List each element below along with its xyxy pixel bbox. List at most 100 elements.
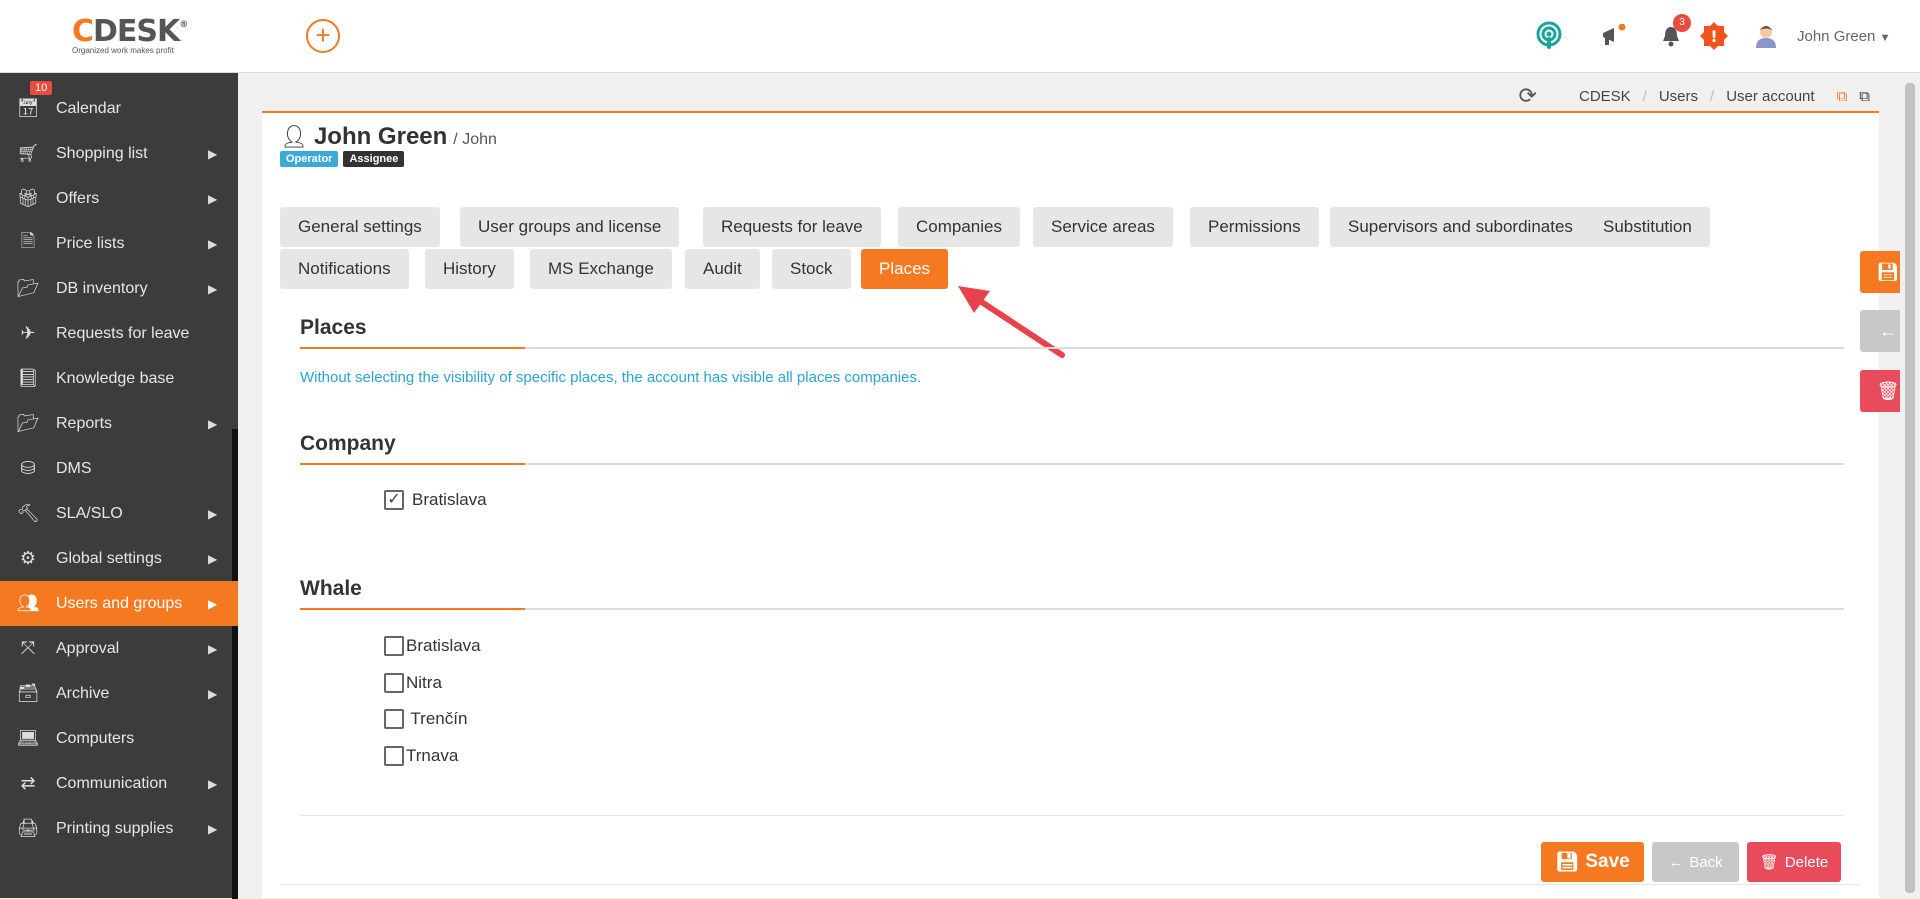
sidebar-item-printing-supplies[interactable]: 🖨︎ Printing supplies ▶ xyxy=(0,806,238,851)
bell-icon[interactable]: 3 xyxy=(1655,14,1691,52)
role-badges: Operator Assignee xyxy=(280,151,405,167)
page-subtitle: / John xyxy=(453,131,497,148)
chevron-right-icon: ▶ xyxy=(208,821,218,836)
avatar[interactable] xyxy=(1750,20,1782,52)
sidebar-item-offers[interactable]: 🎁︎ Offers ▶ xyxy=(0,176,238,221)
checkbox[interactable] xyxy=(384,746,404,766)
external-link-icon[interactable]: ⧉ xyxy=(1859,88,1870,105)
tab-notifications[interactable]: Notifications xyxy=(280,249,409,289)
alert-icon[interactable]: ! xyxy=(1698,20,1730,52)
sidebar-item-db-inventory[interactable]: 📂︎ DB inventory ▶ xyxy=(0,266,238,311)
sidebar-item-label: Requests for leave xyxy=(56,324,190,342)
logo-tagline: Organized work makes profit xyxy=(72,46,174,55)
company-place-bratislava[interactable]: ✓ Bratislava xyxy=(384,490,487,510)
user-plus-icon: 👤︎ xyxy=(280,124,308,149)
checkbox-label: Bratislava xyxy=(412,490,487,509)
sidebar-item-label: Knowledge base xyxy=(56,369,175,387)
tab-substitution[interactable]: Substitution xyxy=(1585,207,1710,247)
delete-button[interactable]: 🗑︎ Delete xyxy=(1747,842,1841,882)
sidebar-item-requests-for-leave[interactable]: ✈ Requests for leave xyxy=(0,311,238,356)
sidebar-item-archive[interactable]: 🗃︎ Archive ▶ xyxy=(0,671,238,716)
sidebar-item-label: SLA/SLO xyxy=(56,504,123,522)
tab-places[interactable]: Places xyxy=(861,249,949,289)
page-scrollbar[interactable] xyxy=(1900,73,1920,898)
whale-place-bratislava[interactable]: Bratislava xyxy=(384,636,481,656)
user-menu[interactable]: John Green ▼ xyxy=(1797,28,1890,45)
checkbox[interactable] xyxy=(384,709,404,729)
company-divider xyxy=(300,463,1844,465)
save-icon: 💾︎ xyxy=(1876,261,1900,282)
red-arrow-annotation xyxy=(958,286,1065,358)
arrow-left-icon: ← xyxy=(1879,320,1897,341)
tab-stock[interactable]: Stock xyxy=(772,249,851,289)
alert-symbol: ! xyxy=(1710,27,1717,46)
places-info-text: Without selecting the visibility of spec… xyxy=(300,369,922,386)
sidebar-item-label: Calendar xyxy=(56,99,121,117)
chevron-right-icon: ▶ xyxy=(208,551,218,566)
whale-divider xyxy=(300,608,1844,610)
sidebar-item-label: Price lists xyxy=(56,234,125,252)
sidebar-item-communication[interactable]: ⇄ Communication ▶ xyxy=(0,761,238,806)
sidebar-item-label: Offers xyxy=(56,189,100,207)
tab-requests-for-leave[interactable]: Requests for leave xyxy=(703,207,881,247)
breadcrumb-cdesk[interactable]: CDESK xyxy=(1579,88,1631,105)
checkbox[interactable] xyxy=(384,673,404,693)
print-icon: 🖨︎ xyxy=(16,818,40,838)
whale-place-trencin[interactable]: Trenčín xyxy=(384,709,467,729)
caret-down-icon: ▼ xyxy=(1879,32,1891,44)
external-link-orange-icon[interactable]: ⧉ xyxy=(1837,88,1848,105)
users-icon: 👥︎ xyxy=(16,593,40,613)
sidebar-item-calendar[interactable]: 10 📅︎ Calendar xyxy=(0,81,238,131)
compress-icon: ⤧ xyxy=(20,638,36,658)
sidebar-item-sla-slo[interactable]: 🔨︎ SLA/SLO ▶ xyxy=(0,491,238,536)
user-name: John Green xyxy=(1797,28,1876,45)
archive-icon: 🗃︎ xyxy=(16,683,40,703)
refresh-icon[interactable]: ⟳ xyxy=(1519,83,1537,109)
add-new-button[interactable]: + xyxy=(306,19,340,53)
chevron-right-icon: ▶ xyxy=(208,236,218,251)
save-button[interactable]: 💾︎ Save xyxy=(1541,842,1644,882)
sidebar-item-label: Communication xyxy=(56,774,168,792)
whale-place-nitra[interactable]: Nitra xyxy=(384,673,442,693)
podcast-icon[interactable] xyxy=(1533,20,1565,52)
places-divider xyxy=(300,347,1844,349)
footer-divider xyxy=(300,815,1844,816)
back-button[interactable]: ← Back xyxy=(1652,842,1739,882)
tab-ms-exchange[interactable]: MS Exchange xyxy=(530,249,672,289)
scrollbar-thumb[interactable] xyxy=(1905,83,1915,893)
calendar-icon: 📅︎ xyxy=(16,98,40,118)
logo-desk: DESK xyxy=(93,14,180,49)
sidebar-item-users-and-groups[interactable]: 👥︎ Users and groups ▶ xyxy=(0,581,238,626)
whale-place-trnava[interactable]: Trnava xyxy=(384,746,458,766)
sidebar-item-computers[interactable]: 💻︎ Computers xyxy=(0,716,238,761)
sidebar-item-global-settings[interactable]: ⚙ Global settings ▶ xyxy=(0,536,238,581)
tab-companies[interactable]: Companies xyxy=(898,207,1020,247)
sidebar-item-label: Reports xyxy=(56,414,113,432)
role-badge-operator: Operator xyxy=(280,151,339,167)
tab-audit[interactable]: Audit xyxy=(685,249,760,289)
sidebar-item-price-lists[interactable]: 🗎 Price lists ▶ xyxy=(0,221,238,266)
sidebar-item-approval[interactable]: ⤧ Approval ▶ xyxy=(0,626,238,671)
sidebar-item-reports[interactable]: 📂︎ Reports ▶ xyxy=(0,401,238,446)
megaphone-icon[interactable] xyxy=(1597,20,1629,52)
gavel-icon: 🔨︎ xyxy=(16,503,40,523)
sidebar-item-shopping-list[interactable]: 🛒︎ Shopping list ▶ xyxy=(0,131,238,176)
sidebar-item-dms[interactable]: ⛁ DMS xyxy=(0,446,238,491)
breadcrumb-users[interactable]: Users xyxy=(1659,88,1698,105)
folder-open-icon: 📂︎ xyxy=(16,278,40,298)
cart-icon: 🛒︎ xyxy=(16,143,40,163)
sidebar-item-label: DB inventory xyxy=(56,279,148,297)
tab-permissions[interactable]: Permissions xyxy=(1190,207,1319,247)
sidebar-item-knowledge-base[interactable]: 📘︎ Knowledge base xyxy=(0,356,238,401)
sidebar-item-label: DMS xyxy=(56,459,92,477)
checkbox-label: Trenčín xyxy=(406,709,468,728)
cdesk-logo[interactable]: CDESK® Organized work makes profit xyxy=(72,14,212,60)
top-bar: CDESK® Organized work makes profit + 3 !… xyxy=(0,0,1920,73)
checkbox-checked[interactable]: ✓ xyxy=(384,490,404,510)
tab-supervisors-and-subordinates[interactable]: Supervisors and subordinates xyxy=(1330,207,1591,247)
tab-user-groups-and-license[interactable]: User groups and license xyxy=(460,207,680,247)
tab-general-settings[interactable]: General settings xyxy=(280,207,440,247)
tab-history[interactable]: History xyxy=(425,249,514,289)
tab-service-areas[interactable]: Service areas xyxy=(1033,207,1173,247)
checkbox[interactable] xyxy=(384,636,404,656)
